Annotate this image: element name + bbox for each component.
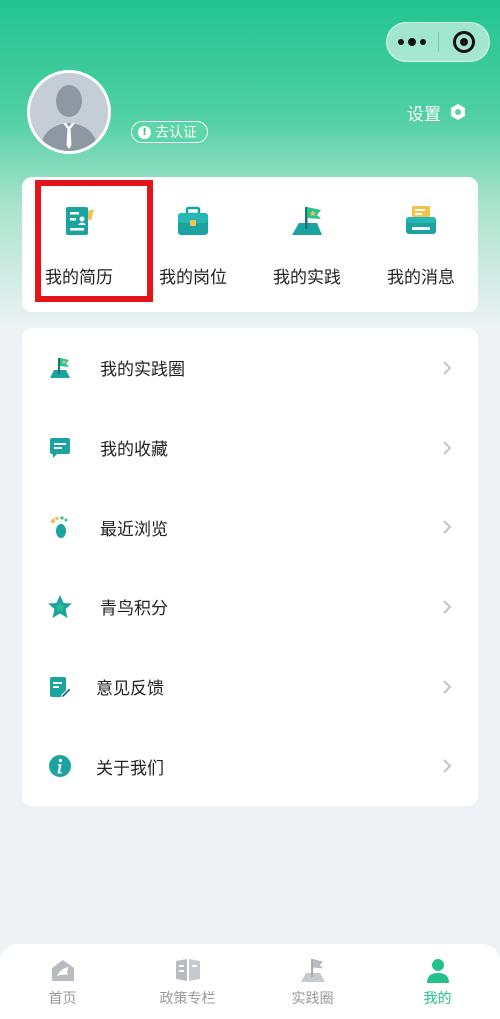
footprint-icon <box>46 513 74 541</box>
tab-label: 首页 <box>48 991 77 1007</box>
avatar[interactable] <box>27 70 111 154</box>
menu-item-label: 青鸟积分 <box>100 599 168 620</box>
chevron-right-icon <box>443 600 452 614</box>
quick-action-jobs[interactable]: 我的岗位 <box>136 177 250 312</box>
menu-item-favorites[interactable]: 我的收藏 <box>22 408 478 488</box>
highlight-box <box>35 180 153 302</box>
settings-hexagon-icon <box>451 104 465 120</box>
settings-link[interactable]: 设置 <box>407 100 467 125</box>
menu-item-feedback[interactable]: 意见反馈 <box>22 647 478 727</box>
avatar-silhouette-icon <box>30 73 108 151</box>
alert-icon: ! <box>138 125 151 139</box>
tab-label: 我的 <box>423 991 452 1007</box>
tab-home[interactable]: 首页 <box>0 944 125 1019</box>
menu-item-label: 关于我们 <box>96 758 164 779</box>
tab-policy[interactable]: 政策专栏 <box>125 944 250 1019</box>
verify-badge[interactable]: ! 去认证 <box>131 121 208 143</box>
chevron-right-icon <box>443 361 452 375</box>
chevron-right-icon <box>443 440 452 455</box>
info-icon <box>46 752 74 780</box>
tab-practice-circle[interactable]: 实践圈 <box>250 944 375 1019</box>
menu-item-points[interactable]: 青鸟积分 <box>22 567 478 647</box>
menu-item-label: 最近浏览 <box>100 519 168 540</box>
chevron-right-icon <box>443 759 452 773</box>
home-bird-icon <box>51 960 74 981</box>
quick-action-label: 我的消息 <box>387 268 455 288</box>
user-icon <box>426 959 449 983</box>
menu-item-label: 我的收藏 <box>100 440 168 461</box>
practice-flag-icon <box>300 959 325 982</box>
briefcase-icon <box>178 206 208 235</box>
flag-icon <box>292 207 322 235</box>
miniprogram-capsule <box>386 22 490 62</box>
menu-list-card: 我的实践圈 我的收藏 最近浏览 青鸟积分 意见反馈 关于我们 <box>22 328 478 806</box>
verify-label: 去认证 <box>155 125 197 141</box>
tab-label: 实践圈 <box>291 991 334 1007</box>
more-icon[interactable] <box>387 38 438 46</box>
quick-action-label: 我的实践 <box>273 268 341 288</box>
bottom-tab-bar: 首页 政策专栏 实践圈 我的 <box>0 944 500 1019</box>
tab-label: 政策专栏 <box>159 991 216 1007</box>
menu-item-about[interactable]: 关于我们 <box>22 726 478 806</box>
star-badge-icon <box>46 593 74 621</box>
practice-circle-flag-icon <box>46 354 74 382</box>
comment-icon <box>46 434 74 462</box>
menu-item-label: 意见反馈 <box>96 679 164 700</box>
close-miniprogram-icon[interactable] <box>438 31 489 53</box>
quick-action-practice[interactable]: 我的实践 <box>250 177 364 312</box>
quick-action-label: 我的岗位 <box>159 268 227 288</box>
menu-item-practice-circle[interactable]: 我的实践圈 <box>22 328 478 408</box>
menu-item-label: 我的实践圈 <box>100 360 185 381</box>
policy-book-icon <box>175 959 200 981</box>
tab-mine[interactable]: 我的 <box>375 944 500 1019</box>
quick-action-messages[interactable]: 我的消息 <box>364 177 478 312</box>
menu-item-recent[interactable]: 最近浏览 <box>22 487 478 567</box>
chevron-right-icon <box>443 679 452 694</box>
settings-label: 设置 <box>407 104 441 125</box>
chevron-right-icon <box>443 520 452 534</box>
message-printer-icon <box>406 206 436 234</box>
edit-note-icon <box>46 673 74 701</box>
